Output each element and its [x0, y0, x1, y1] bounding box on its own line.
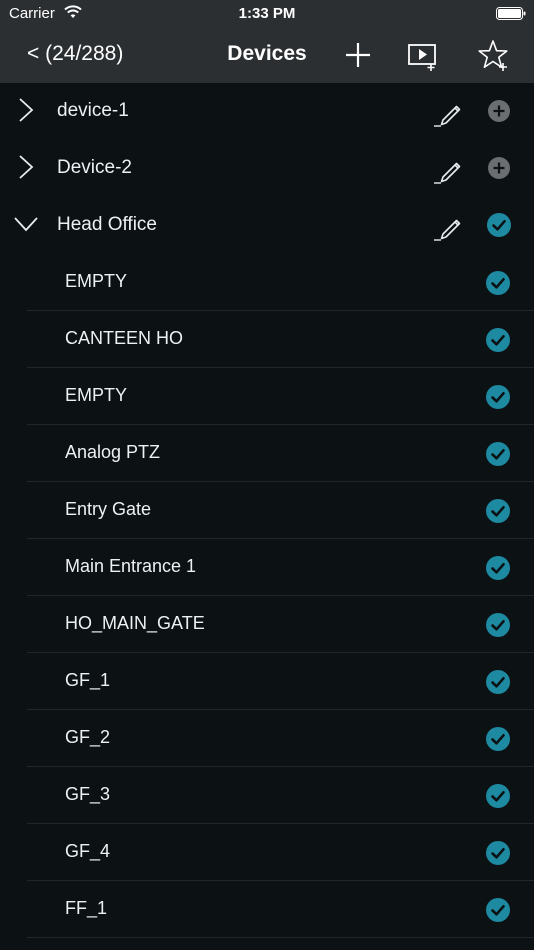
- chevron-right-icon[interactable]: [13, 154, 39, 180]
- check-circle-icon[interactable]: [486, 727, 510, 751]
- check-circle-icon[interactable]: [486, 613, 510, 637]
- channel-name: GF_4: [65, 841, 111, 861]
- channel-name: CANTEEN HO: [65, 328, 184, 348]
- star-add-icon: [478, 40, 508, 71]
- device-list: device-1 Device-2 Head Office EMPTY CANT…: [0, 83, 534, 950]
- check-circle-icon[interactable]: [486, 898, 510, 922]
- device-group-row[interactable]: Device-2: [0, 140, 534, 197]
- device-group-name: Head Office: [57, 214, 157, 235]
- device-group-name: Device-2: [57, 157, 132, 178]
- device-group-row[interactable]: Head Office: [0, 197, 534, 254]
- channel-name: GF_3: [65, 784, 111, 804]
- pencil-icon[interactable]: [432, 96, 464, 128]
- pencil-icon[interactable]: [432, 210, 464, 242]
- channel-name: Entry Gate: [65, 499, 152, 519]
- check-circle-icon[interactable]: [486, 784, 510, 808]
- add-circle-icon[interactable]: [487, 99, 511, 123]
- channel-name: FF_1: [65, 898, 108, 918]
- channel-row[interactable]: GF_3: [27, 767, 534, 824]
- status-bar: Carrier 1:33 PM: [0, 0, 534, 28]
- channel-row[interactable]: Entry Gate: [27, 482, 534, 539]
- channel-row[interactable]: GF_2: [27, 710, 534, 767]
- device-group-row[interactable]: device-1: [0, 83, 534, 140]
- channel-row[interactable]: Analog PTZ: [27, 425, 534, 482]
- channel-name: EMPTY: [65, 271, 128, 291]
- battery-icon: [496, 7, 526, 20]
- device-group-name: device-1: [57, 100, 129, 121]
- check-circle-icon[interactable]: [486, 328, 510, 352]
- channel-row[interactable]: Main Entrance 1: [27, 539, 534, 596]
- add-favorite-button[interactable]: [476, 38, 510, 72]
- pencil-icon[interactable]: [432, 153, 464, 185]
- check-circle-icon[interactable]: [486, 499, 510, 523]
- check-circle-icon[interactable]: [486, 271, 510, 295]
- check-circle-icon[interactable]: [486, 556, 510, 580]
- check-circle-icon[interactable]: [486, 385, 510, 409]
- channel-row[interactable]: EMPTY: [27, 254, 534, 311]
- channel-row[interactable]: HO_MAIN_GATE: [27, 596, 534, 653]
- chevron-down-icon[interactable]: [13, 211, 39, 237]
- check-circle-icon[interactable]: [486, 841, 510, 865]
- channel-name: Main Entrance 1: [65, 556, 197, 576]
- video-add-icon: [408, 44, 436, 71]
- add-circle-icon[interactable]: [487, 156, 511, 180]
- check-circle-icon[interactable]: [486, 442, 510, 466]
- status-time: 1:33 PM: [238, 5, 296, 22]
- channel-row[interactable]: GF_4: [27, 824, 534, 881]
- check-circle-icon[interactable]: [487, 213, 511, 237]
- back-button[interactable]: < (24/288): [27, 42, 123, 66]
- channel-name: EMPTY: [65, 385, 128, 405]
- channel-name: HO_MAIN_GATE: [65, 613, 205, 633]
- channel-row[interactable]: EMPTY: [27, 368, 534, 425]
- channel-row[interactable]: CANTEEN HO: [27, 311, 534, 368]
- channel-name: GF_2: [65, 727, 111, 747]
- navigation-bar: < (24/288) Devices: [0, 28, 534, 83]
- add-button[interactable]: [341, 38, 375, 72]
- channel-name: GF_1: [65, 670, 111, 690]
- channel-row[interactable]: FF_1: [27, 881, 534, 938]
- channel-row[interactable]: GF_1: [27, 653, 534, 710]
- chevron-right-icon[interactable]: [13, 97, 39, 123]
- add-video-button[interactable]: [406, 38, 440, 72]
- plus-icon: [346, 43, 370, 67]
- check-circle-icon[interactable]: [486, 670, 510, 694]
- channel-name: Analog PTZ: [65, 442, 161, 462]
